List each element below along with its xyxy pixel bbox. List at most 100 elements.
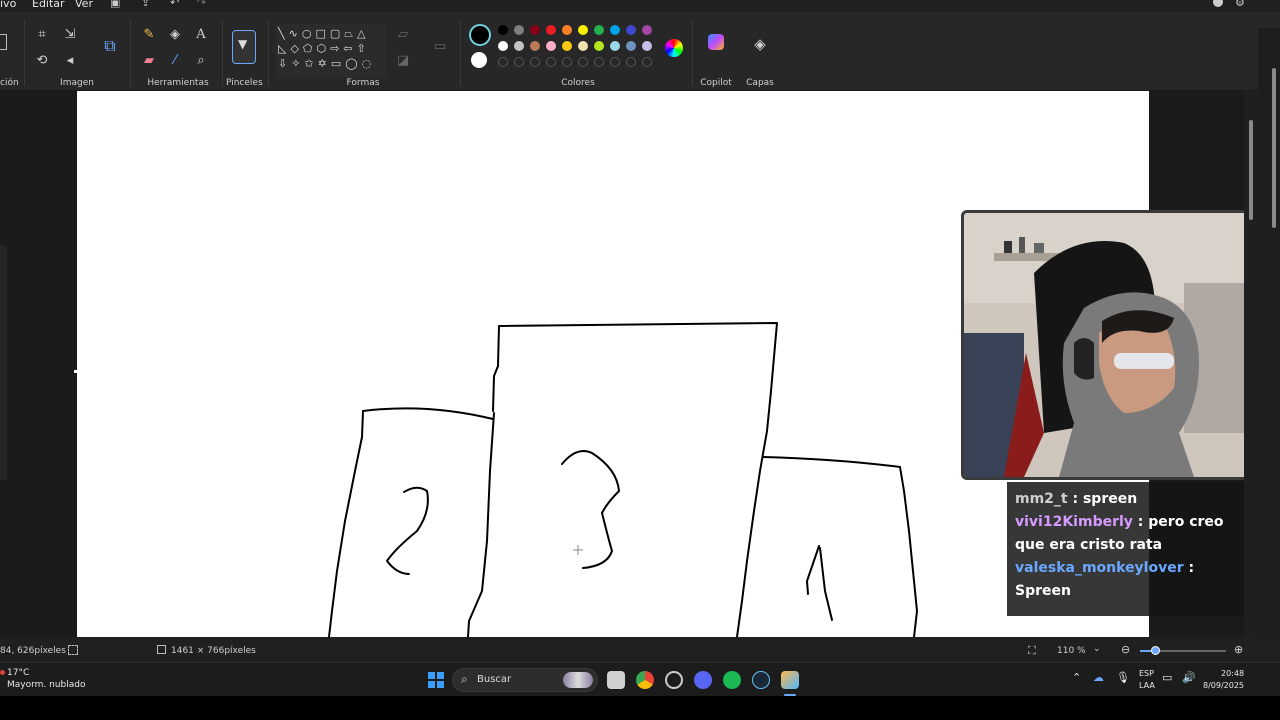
color-swatch[interactable] [546,25,556,35]
mic-icon[interactable]: 🎙 [1116,671,1130,684]
primary-color-swatch[interactable] [469,24,491,46]
fit-to-window-icon[interactable]: ⛶ [1028,644,1036,658]
brush-button[interactable]: ▼ [232,30,256,64]
custom-color-slot[interactable] [530,57,540,67]
magnifier-icon[interactable]: ⌕ [193,52,209,68]
redo-icon[interactable]: ↷ [197,0,206,9]
custom-color-slot[interactable] [578,57,588,67]
custom-color-slot[interactable] [642,57,652,67]
language-bottom[interactable]: LAA [1139,681,1155,690]
steam-icon[interactable] [752,671,770,689]
color-swatch[interactable] [642,41,652,51]
right-panel [1258,28,1280,688]
color-swatch[interactable] [594,41,604,51]
paint-icon[interactable] [781,671,799,689]
color-swatch[interactable] [578,41,588,51]
color-swatch[interactable] [530,41,540,51]
save-icon[interactable]: ▣ [110,0,120,9]
crop-icon[interactable]: ⌗ [34,26,50,42]
secondary-color-swatch[interactable] [471,52,487,68]
group-image-label: Imagen [60,78,94,88]
flip-icon[interactable]: ◂ [62,52,78,68]
eraser-icon[interactable]: ▰ [141,52,157,68]
clock-date[interactable]: 8/09/2025 [1203,681,1244,690]
color-swatch[interactable] [626,41,636,51]
fill-icon[interactable]: ◈ [167,26,183,42]
custom-color-slot[interactable] [610,57,620,67]
steelseries-icon[interactable] [665,671,683,689]
canvas-resize-handle[interactable] [74,370,77,373]
image-tools-icon[interactable]: ⧉ [102,36,118,55]
color-swatch[interactable] [514,25,524,35]
resize-icon[interactable]: ⇲ [62,26,78,42]
color-swatch[interactable] [498,25,508,35]
network-icon[interactable]: ▭ [1162,671,1172,684]
chrome-icon[interactable] [636,671,654,689]
rotate-icon[interactable]: ⟲ [34,52,50,68]
spotify-icon[interactable] [723,671,741,689]
custom-color-slot[interactable] [514,57,524,67]
copilot-icon[interactable] [708,34,724,50]
custom-color-slot[interactable] [562,57,572,67]
brush-icon: ▼ [238,37,248,51]
zoom-slider[interactable] [1140,646,1226,655]
shapes-gallery[interactable]: ╲∿○□▢⏢△ ◺◇⬠⬡⇨⇦⇧ ⇩✧✩✡▭◯◌ [276,24,386,78]
language-top[interactable]: ESP [1139,669,1154,678]
outline-icon[interactable]: ▱ [395,26,411,42]
menu-edit[interactable]: Editar [32,0,65,10]
side-handle[interactable] [0,245,7,480]
menu-file[interactable]: ivo [0,0,16,10]
color-swatch[interactable] [610,41,620,51]
color-swatch[interactable] [498,41,508,51]
edit-colors-icon[interactable] [665,39,683,57]
share-icon[interactable]: ⇪ [141,0,150,9]
zoom-dropdown-icon[interactable]: ⌄ [1093,644,1101,654]
zoom-in-icon[interactable]: ⊕ [1234,643,1243,656]
layers-icon[interactable]: ◈ [752,35,768,53]
shape-fill-icon[interactable]: ◪ [395,52,411,68]
custom-color-slot[interactable] [498,57,508,67]
color-swatch[interactable] [642,25,652,35]
weather-temp[interactable]: 17°C [7,668,29,678]
onedrive-icon[interactable]: ☁ [1093,671,1104,684]
custom-color-slot[interactable] [546,57,556,67]
volume-icon[interactable]: 🔊 [1182,671,1196,684]
undo-icon[interactable]: ↶ [170,0,179,9]
panel-scroll-thumb[interactable] [1272,68,1276,228]
taskbar-search[interactable]: ⌕ Buscar [452,668,598,692]
color-swatch[interactable] [562,25,572,35]
discord-icon[interactable] [694,671,712,689]
scrollbar-thumb[interactable] [1249,120,1253,220]
color-swatch[interactable] [610,25,620,35]
color-swatch[interactable] [562,41,572,51]
color-swatch[interactable] [546,41,556,51]
clock-time[interactable]: 20:48 [1221,669,1244,678]
settings-icon[interactable]: ⚙ [1235,0,1245,9]
zoom-out-icon[interactable]: ⊖ [1121,643,1130,656]
zoom-slider-thumb[interactable] [1151,646,1160,655]
weather-desc[interactable]: Mayorm. nublado [7,680,86,690]
color-swatch[interactable] [578,25,588,35]
group-colors-label: Colores [561,78,595,88]
custom-color-slot[interactable] [594,57,604,67]
shape-size-icon[interactable]: ▭ [432,38,448,54]
account-icon[interactable] [1213,0,1223,7]
select-icon[interactable] [0,34,7,50]
task-view-icon[interactable] [607,671,625,689]
menu-view[interactable]: Ver [75,0,93,10]
zoom-level[interactable]: 110 % [1057,646,1086,656]
pencil-icon[interactable]: ✎ [141,26,157,42]
menu-bar: ivo Editar Ver ▣ ⇪ ↶ ↷ ⚙ [0,0,1280,12]
podium-right-top [762,456,901,468]
text-icon[interactable]: A [193,26,209,42]
custom-color-slot[interactable] [626,57,636,67]
color-swatch[interactable] [514,41,524,51]
color-swatch[interactable] [594,25,604,35]
color-picker-icon[interactable]: ⁄ [167,52,183,68]
tray-chevron-icon[interactable]: ⌃ [1072,671,1081,684]
webcam-overlay [961,210,1266,480]
taskbar: 17°C Mayorm. nublado ⌕ Buscar ⌃ ☁ 🎙 ESP … [0,662,1280,697]
color-swatch[interactable] [530,25,540,35]
start-button[interactable] [428,672,444,688]
color-swatch[interactable] [626,25,636,35]
